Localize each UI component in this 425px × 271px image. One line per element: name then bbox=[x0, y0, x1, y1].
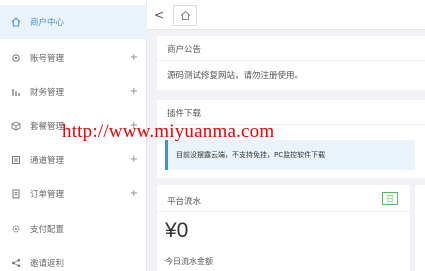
settings-icon bbox=[11, 224, 21, 234]
sidebar-item-order[interactable]: 订单管理 + bbox=[0, 177, 147, 211]
home-icon bbox=[180, 10, 191, 21]
channel-icon bbox=[11, 155, 21, 165]
sidebar-item-merchant-center[interactable]: 商户中心 bbox=[0, 5, 147, 39]
order-icon bbox=[11, 189, 21, 199]
expand-icon[interactable]: + bbox=[130, 53, 138, 63]
collapse-sidebar-button[interactable]: < bbox=[153, 8, 165, 22]
sidebar-item-label: 商户中心 bbox=[30, 18, 65, 28]
sidebar-item-referral[interactable]: 邀请返利 bbox=[0, 246, 147, 271]
divider bbox=[157, 60, 425, 61]
expand-icon[interactable]: + bbox=[130, 189, 138, 199]
watermark-text: http://www.miyuanma.com bbox=[62, 121, 275, 142]
gear-icon bbox=[11, 53, 21, 63]
sidebar-item-label: 财务管理 bbox=[30, 88, 65, 98]
sidebar-item-finance[interactable]: 财务管理 + bbox=[0, 75, 147, 109]
divider bbox=[157, 211, 410, 212]
package-icon bbox=[11, 121, 21, 131]
platform-flow-title: 平台流水 bbox=[167, 197, 202, 207]
sidebar-item-payment-config[interactable]: 支付配置 bbox=[0, 212, 147, 246]
sidebar-item-label: 订单管理 bbox=[30, 190, 65, 200]
sidebar-item-account[interactable]: 账号管理 + bbox=[0, 41, 147, 75]
sidebar-item-channel[interactable]: 通道管理 + bbox=[0, 143, 147, 177]
tab-home[interactable] bbox=[173, 5, 197, 26]
sidebar-item-label: 通道管理 bbox=[30, 156, 65, 166]
home-icon bbox=[11, 17, 21, 27]
plugin-notice[interactable]: 目前没摆露云端，不支持免挂，PC监控软件下载 bbox=[165, 140, 415, 170]
flow-amount: ¥0 bbox=[165, 219, 189, 242]
announcement-text: 源码测试修复网站，请勿注册使用。 bbox=[167, 71, 304, 81]
plugin-title: 插件下载 bbox=[167, 109, 202, 119]
chart-bar-icon bbox=[11, 87, 21, 97]
period-badge: 日 bbox=[382, 192, 398, 205]
sidebar-item-label: 支付配置 bbox=[30, 225, 65, 235]
sidebar-item-label: 套餐管理 bbox=[30, 122, 65, 132]
sidebar-item-label: 邀请返利 bbox=[30, 259, 65, 269]
top-bar: < bbox=[147, 0, 425, 30]
expand-icon[interactable]: + bbox=[130, 155, 138, 165]
flow-amount-label: 今日流水金额 bbox=[165, 257, 213, 266]
share-icon bbox=[11, 258, 21, 268]
next-card-edge bbox=[415, 185, 425, 271]
expand-icon[interactable]: + bbox=[130, 87, 138, 97]
sidebar-item-label: 账号管理 bbox=[30, 54, 65, 64]
plugin-notice-text: 目前没摆露云端，不支持免挂，PC监控软件下载 bbox=[176, 151, 326, 159]
announcement-card: 商户公告 源码测试修复网站，请勿注册使用。 bbox=[157, 36, 425, 90]
announcement-title: 商户公告 bbox=[167, 45, 202, 55]
